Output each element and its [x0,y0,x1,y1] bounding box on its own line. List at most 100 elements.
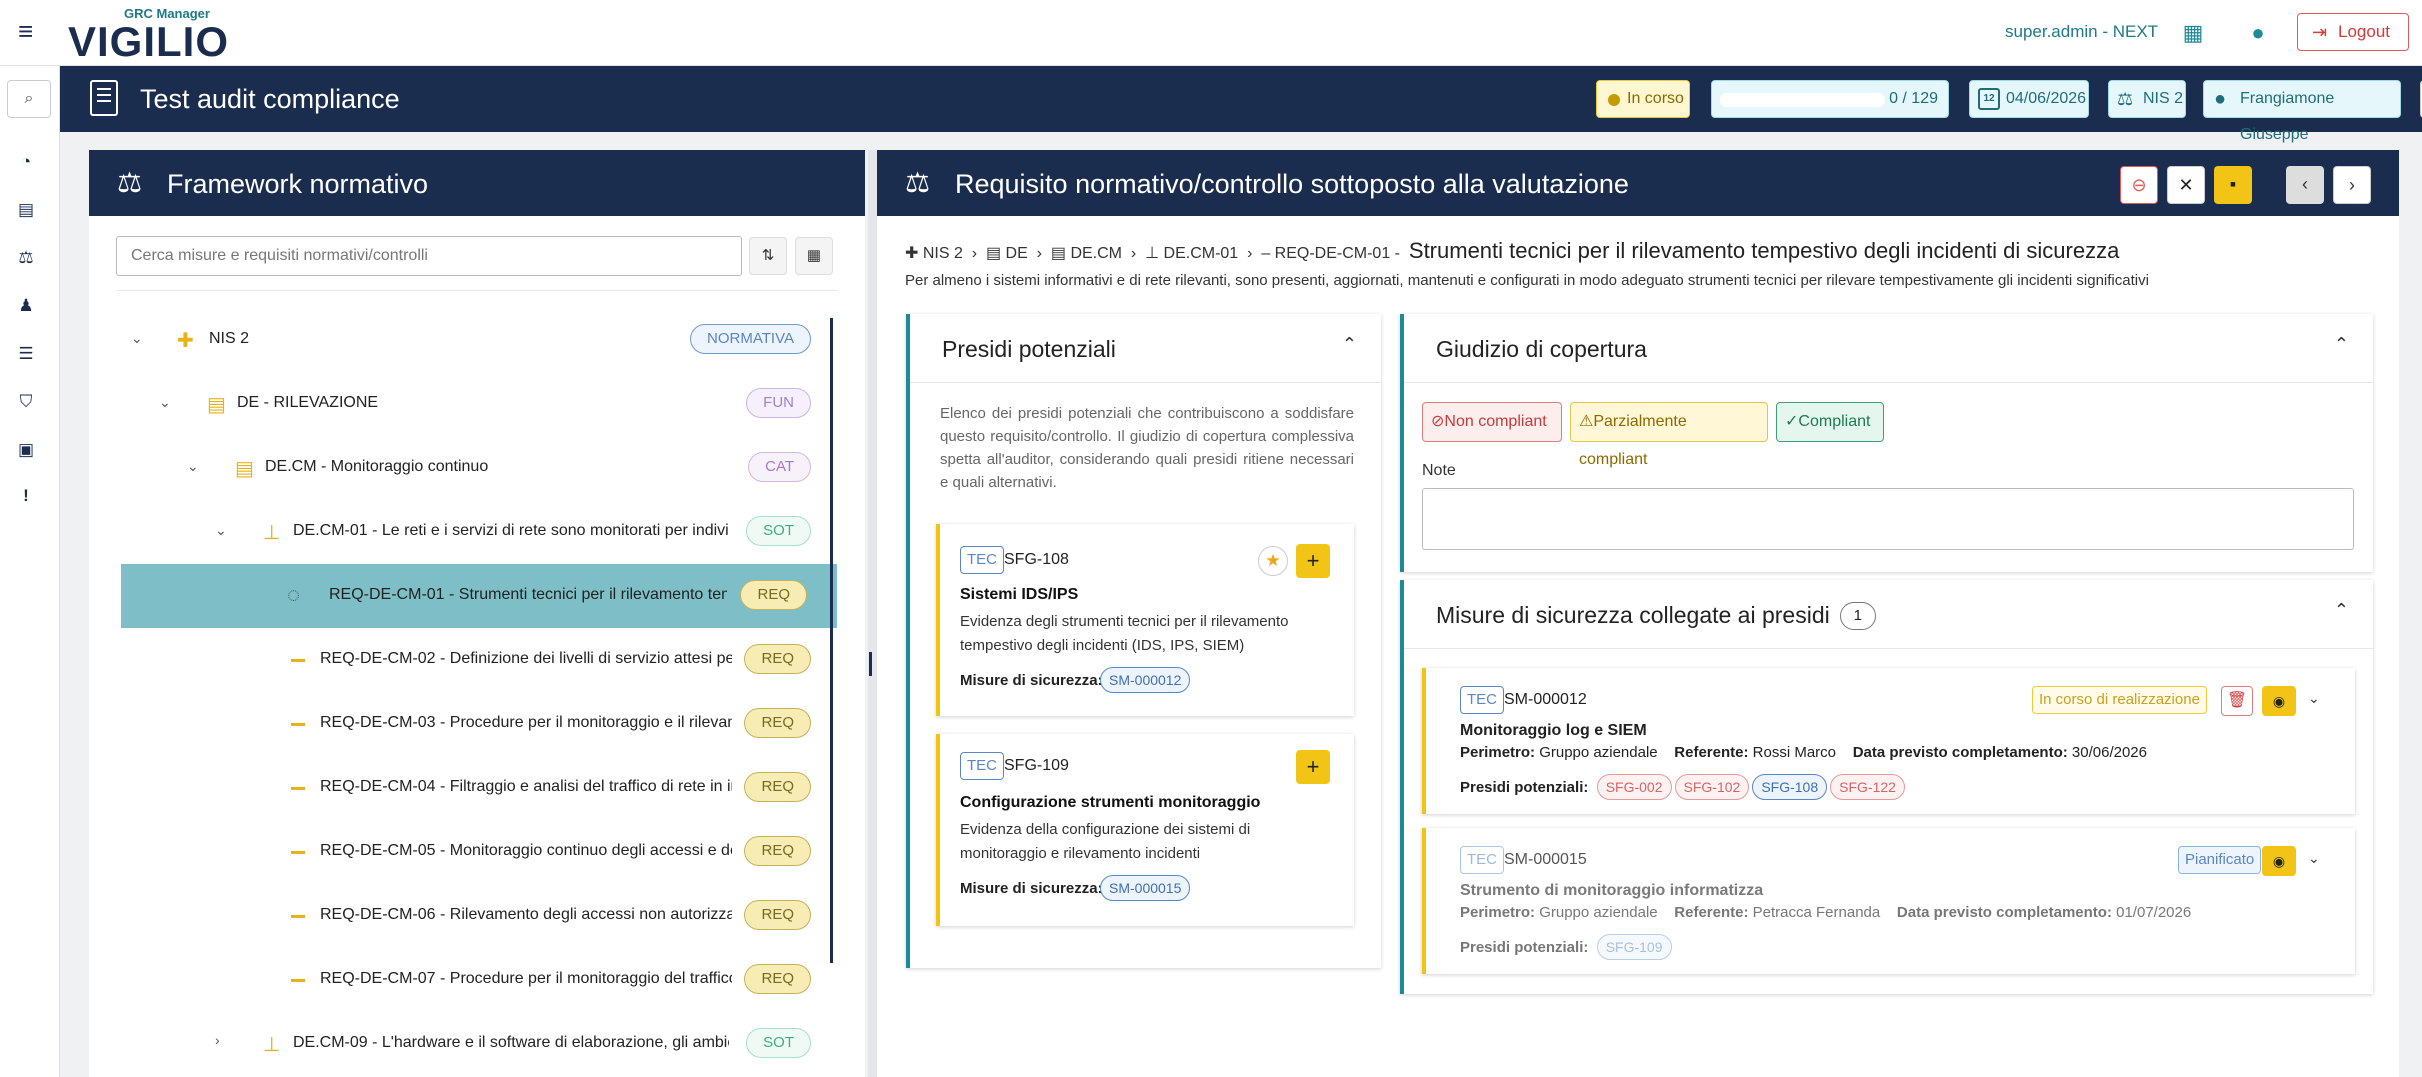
tree-node-req-de-cm-03[interactable]: REQ-DE-CM-03 - Procedure per il monitora… [121,692,839,756]
dashboard-icon[interactable]: ◔ [0,152,52,172]
measure-pill[interactable]: SM-000015 [1100,875,1191,901]
audit-icon[interactable]: ▣ [0,440,52,460]
note-textarea[interactable] [1422,488,2354,550]
logo[interactable]: GRC Manager VIGILIO [64,6,228,65]
tree-node-decm01[interactable]: ⌄ ⊥ DE.CM-01 - Le reti e i servizi di re… [121,500,839,564]
presidio-pill[interactable]: SFG-002 [1596,774,1672,800]
shield-icon[interactable]: ⛉ [0,392,52,412]
measure-details: Perimetro: Gruppo aziendale Referente: P… [1460,904,2191,921]
option-label: Non compliant [1444,413,1547,430]
non-compliant-button[interactable]: ⊘Non compliant [1422,402,1562,442]
chevron-down-icon[interactable]: ⌄ [159,394,171,411]
tree-node-de[interactable]: ⌄ ▤ DE - RILEVAZIONE FUN [121,372,839,436]
chevron-up-icon[interactable]: ⌃ [2334,600,2349,621]
breadcrumb-item[interactable]: NIS 2 [923,245,963,262]
owner-value: Rossi Marco [1752,744,1837,761]
check-icon: ✓ [1785,413,1799,430]
tree-scrollbar[interactable] [830,318,833,963]
breadcrumb-item[interactable]: DE.CM-01 [1164,245,1239,262]
scale-icon: ⚖ [905,167,931,198]
organization-icon[interactable]: ▦ [2176,16,2210,50]
presidio-card: TEC SFG-109 + Configurazione strumenti m… [936,734,1354,926]
next-button[interactable]: › [2333,166,2371,204]
giudizio-card: Giudizio di copertura ⌃ ⊘Non compliant ⚠… [1400,314,2373,572]
chevron-up-icon[interactable]: ⌃ [2334,334,2349,355]
audit-document-icon [90,80,118,116]
presidio-title: Sistemi IDS/IPS [960,586,1079,603]
user-icon[interactable]: ● [2241,16,2275,50]
tree-node-nis2[interactable]: ⌄ ✚ NIS 2 NORMATIVA [121,308,839,372]
chevron-down-icon[interactable]: ⌄ [187,458,199,475]
tree-node-req-de-cm-04[interactable]: REQ-DE-CM-04 - Filtraggio e analisi del … [121,756,839,820]
tree-node-req-de-cm-05[interactable]: REQ-DE-CM-05 - Monitoraggio continuo deg… [121,820,839,884]
resize-grip[interactable] [869,652,872,676]
breadcrumb-item[interactable]: DE [1006,245,1028,262]
tree-node-req-de-cm-06[interactable]: REQ-DE-CM-06 - Rilevamento degli accessi… [121,884,839,948]
framework-badge: ⚖ NIS 2 [2108,80,2186,118]
node-type-badge: FUN [746,388,811,418]
trash-icon[interactable]: 🗑 [2221,686,2253,716]
tree-node-decm09[interactable]: › ⊥ DE.CM-09 - L'hardware e il software … [121,1012,839,1076]
measure-code: SM-000015 [1504,851,1587,868]
dash-icon [291,979,305,982]
add-button[interactable]: + [1296,750,1330,784]
misure-card: Misure di sicurezza collegate ai presidi… [1400,580,2373,994]
tree-node-req-de-cm-07[interactable]: REQ-DE-CM-07 - Procedure per il monitora… [121,948,839,1012]
add-button[interactable]: + [1296,544,1330,578]
sidebar-search-icon[interactable]: ⌕ [7,80,51,118]
filter-tree-icon[interactable]: ▦ [795,237,833,275]
dash-icon [291,723,305,726]
presidio-pill[interactable]: SFG-102 [1674,774,1750,800]
puzzle-icon: ✚ [905,245,923,262]
chevron-up-icon[interactable]: ⌃ [1342,334,1357,355]
tree-node-label: DE.CM-01 - Le reti e i servizi di rete s… [293,522,729,539]
tree-node-req-de-cm-01[interactable]: ◌ REQ-DE-CM-01 - Strumenti tecnici per i… [121,564,837,628]
presidio-title: Configurazione strumenti monitoraggio [960,794,1261,811]
measures-label: Misure di sicurezza: [960,880,1103,897]
checklist-icon[interactable]: ☰ [0,344,52,364]
chevron-right-icon[interactable]: › [215,1032,220,1048]
date-badge: 12 04/06/2026 [1969,80,2089,118]
alert-icon[interactable]: ! [0,486,52,506]
eye-icon[interactable]: ◉ [2262,686,2296,716]
scale-icon[interactable]: ⚖ [0,248,52,268]
current-user: super.admin - NEXT [2005,22,2159,41]
chevron-down-icon[interactable]: ⌄ [131,330,143,347]
top-bar: ≡ GRC Manager VIGILIO super.admin - NEXT… [0,0,2422,66]
tree-node-label: REQ-DE-CM-04 - Filtraggio e analisi del … [320,778,732,795]
user-check-icon[interactable]: ♟ [0,296,52,316]
presidio-pill[interactable]: SFG-108 [1752,774,1828,800]
tree-node-decm[interactable]: ⌄ ▤ DE.CM - Monitoraggio continuo CAT [121,436,839,500]
tree-node-label: REQ-DE-CM-06 - Rilevamento degli accessi… [320,906,732,923]
calendar-icon: 12 [1978,88,2000,110]
presidio-pill[interactable]: SFG-122 [1830,774,1905,800]
eye-icon[interactable]: ◉ [2262,846,2296,876]
due-date-value: 30/06/2026 [2071,744,2147,761]
tree-node-label: DE.CM - Monitoraggio continuo [265,458,489,475]
chevron-down-icon[interactable]: ⌄ [2308,690,2320,707]
tree-node-label: DE - RILEVAZIONE [237,394,379,411]
breadcrumb-item[interactable]: DE.CM [1070,245,1122,262]
auditor-name: Frangiamone Giuseppe [2240,90,2335,143]
partially-compliant-button[interactable]: ⚠Parzialmente compliant [1570,402,1768,468]
presidio-pill[interactable]: SFG-109 [1596,934,1672,960]
previous-button[interactable]: ‹ [2286,166,2324,204]
sort-icon[interactable]: ⇅ [749,237,787,275]
menu-icon[interactable]: ≡ [18,18,33,44]
chevron-down-icon[interactable]: ⌄ [2308,850,2320,867]
chevron-down-icon[interactable]: ⌄ [215,522,227,539]
node-type-badge: SOT [746,516,811,546]
star-icon[interactable]: ★ [1258,546,1288,576]
save-icon[interactable]: ▪ [2214,166,2252,204]
document-icon: ▤ [985,245,1006,262]
tree-node-req-de-cm-02[interactable]: REQ-DE-CM-02 - Definizione dei livelli d… [121,628,839,692]
book-icon[interactable]: ▤ [0,200,52,220]
tree-search-input[interactable]: Cerca misure e requisiti normativi/contr… [116,236,742,276]
measure-pill[interactable]: SM-000012 [1100,667,1191,693]
panel-resize-handle[interactable] [868,150,877,1077]
close-icon[interactable]: ✕ [2167,166,2205,204]
remove-button[interactable]: ⊖ [2120,166,2158,204]
logout-button[interactable]: ⇥ Logout [2297,13,2409,51]
presidio-code: SFG-108 [1004,551,1069,568]
compliant-button[interactable]: ✓Compliant [1776,402,1884,442]
